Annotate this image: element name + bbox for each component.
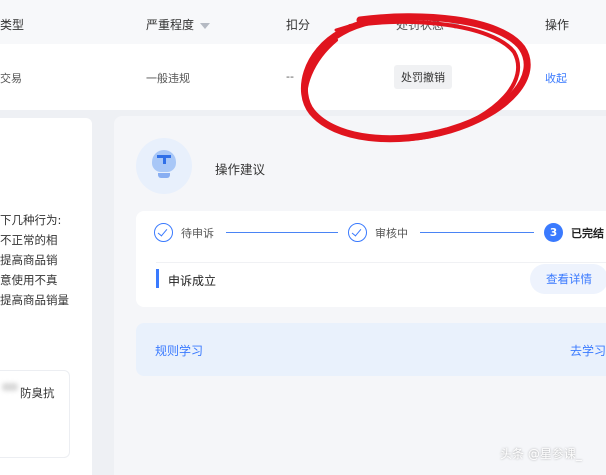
rule-line: 提高商品销	[0, 253, 58, 267]
collapse-link[interactable]: 收起	[545, 70, 567, 86]
appeal-result: 申诉成立	[168, 274, 217, 288]
go-learn-link[interactable]: 去学习	[570, 342, 606, 359]
step-connector	[226, 232, 338, 233]
header-type: 类型	[0, 18, 25, 32]
rule-line: 不正常的相	[0, 233, 58, 247]
watermark: 头条 @星参课_	[500, 447, 582, 461]
rule-line: 意使用不真	[0, 273, 58, 287]
rule-description-panel: 下几种行为: 不正常的相 提高商品销 意使用不真 提高商品销量 防臭抗	[0, 118, 92, 475]
rules-learning-card[interactable]: 规则学习 去学习	[136, 323, 606, 376]
check-circle-icon	[154, 223, 173, 242]
cell-score: --	[286, 70, 294, 83]
filter-icon[interactable]	[200, 22, 211, 29]
step-pending-appeal: 待申诉	[154, 223, 214, 242]
divider	[156, 262, 606, 263]
rules-learning-label: 规则学习	[155, 344, 204, 358]
step-label: 已完结	[571, 226, 604, 240]
blurred-thumbnail	[2, 383, 18, 391]
step-connector	[420, 232, 534, 233]
penalty-table: 类型 严重程度 扣分 处罚状态 操作 交易 一般违规 -- 处罚撤销 收起	[0, 0, 606, 110]
suggestion-title: 操作建议	[215, 162, 266, 177]
header-score: 扣分	[286, 18, 311, 32]
header-status[interactable]: 处罚状态	[396, 16, 461, 33]
step-number: 3	[544, 223, 563, 242]
header-status-label: 处罚状态	[396, 18, 445, 32]
suggestion-panel: 操作建议 待申诉 审核中 3 已完结 申诉成立 查看详情 规则学习 去学习	[114, 116, 606, 475]
result-accent-bar	[156, 269, 159, 288]
step-completed: 3 已完结	[544, 223, 604, 242]
rule-line: 下几种行为:	[0, 213, 62, 227]
step-label: 审核中	[375, 226, 408, 240]
header-severity[interactable]: 严重程度	[146, 16, 211, 33]
filter-icon[interactable]	[450, 22, 461, 29]
product-card[interactable]: 防臭抗	[0, 370, 70, 458]
view-details-button[interactable]: 查看详情	[530, 264, 606, 294]
cell-type: 交易	[0, 72, 22, 85]
product-name: 防臭抗	[20, 386, 55, 400]
appeal-progress-card: 待申诉 审核中 3 已完结 申诉成立 查看详情	[136, 211, 606, 307]
rule-line: 提高商品销量	[0, 293, 69, 307]
step-label: 待申诉	[181, 226, 214, 240]
lightbulb-icon	[136, 138, 192, 194]
check-circle-icon	[348, 223, 367, 242]
status-badge: 处罚撤销	[394, 65, 452, 89]
rule-description-text: 下几种行为: 不正常的相 提高商品销 意使用不真 提高商品销量	[0, 210, 69, 310]
table-row: 交易 一般违规 -- 处罚撤销 收起	[0, 44, 606, 110]
step-under-review: 审核中	[348, 223, 408, 242]
header-severity-label: 严重程度	[146, 18, 195, 32]
table-header: 类型 严重程度 扣分 处罚状态 操作	[0, 0, 606, 44]
cell-severity: 一般违规	[146, 72, 190, 85]
header-action: 操作	[545, 18, 570, 32]
